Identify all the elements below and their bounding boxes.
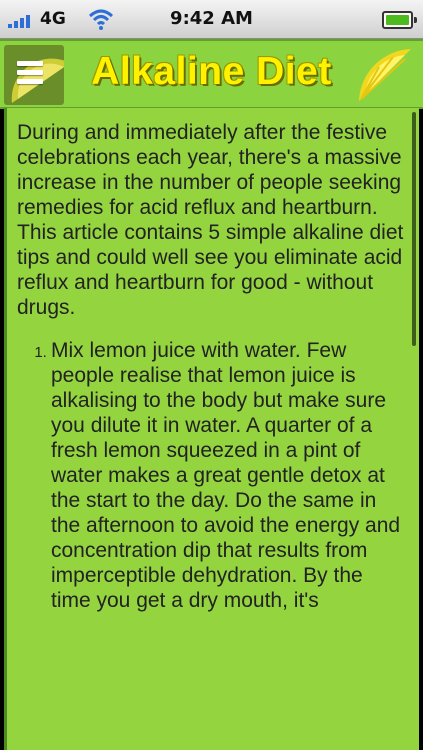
battery-icon xyxy=(382,11,417,29)
list-item: Mix lemon juice with water. Few people r… xyxy=(51,338,405,613)
article-intro: During and immediately after the festive… xyxy=(17,121,404,319)
status-bar: 4G 9:42 AM xyxy=(0,0,423,39)
tips-list: Mix lemon juice with water. Few people r… xyxy=(7,338,419,613)
scrollbar[interactable] xyxy=(412,112,416,346)
status-time: 9:42 AM xyxy=(170,8,253,29)
article-content[interactable]: During and immediately after the festive… xyxy=(4,108,419,750)
lemon-slice-icon xyxy=(359,49,411,101)
hamburger-menu-icon xyxy=(17,61,43,89)
menu-button[interactable] xyxy=(4,45,64,105)
page-title: Alkaline Diet xyxy=(91,50,332,93)
app-header: Alkaline Diet xyxy=(0,39,423,109)
